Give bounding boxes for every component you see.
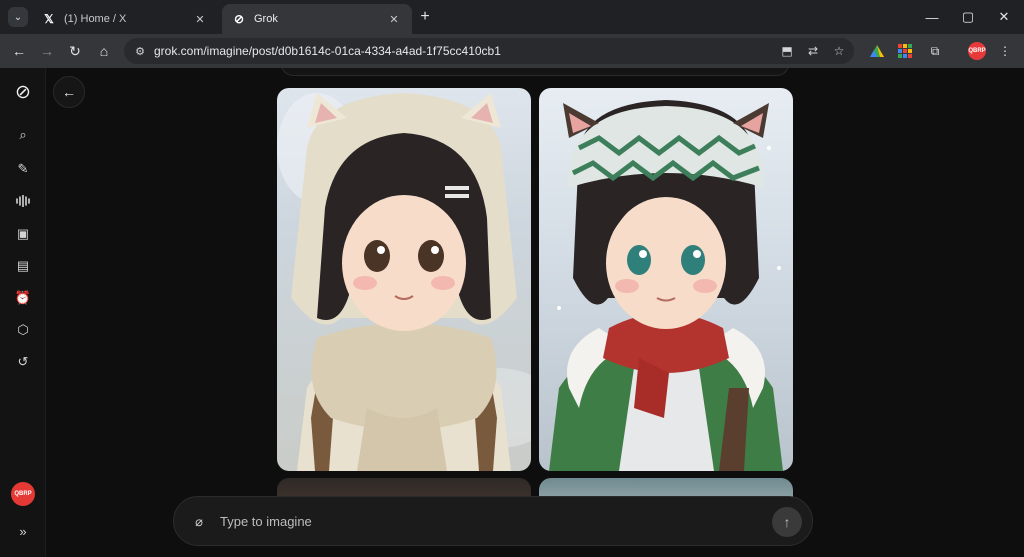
tab-x-home[interactable]: 𝕏 (1) Home / X ✕ <box>32 4 218 34</box>
close-tab-icon[interactable]: ✕ <box>192 11 208 27</box>
bookmark-star-icon[interactable]: ☆ <box>828 40 850 62</box>
chevrons-right-icon[interactable]: » <box>11 519 35 543</box>
close-tab-icon[interactable]: ✕ <box>386 11 402 27</box>
user-avatar[interactable]: QBRP <box>11 482 35 506</box>
image-icon[interactable]: ▣ <box>11 222 35 246</box>
back-arrow-icon[interactable]: ← <box>53 76 85 108</box>
new-tab-icon[interactable]: + <box>416 8 434 26</box>
minimize-icon[interactable]: — <box>914 4 950 30</box>
x-logo-icon: 𝕏 <box>44 12 54 26</box>
search-icon[interactable]: ⌕ <box>11 123 35 147</box>
imagine-prompt-input[interactable] <box>220 506 740 536</box>
tab-title: (1) Home / X <box>64 13 127 25</box>
back-arrow-icon[interactable]: ← <box>8 40 30 62</box>
send-arrow-up-icon[interactable]: ↑ <box>772 507 802 537</box>
generated-image-1[interactable] <box>277 88 531 471</box>
tab-title: Grok <box>254 13 278 25</box>
kebab-menu-icon[interactable]: ⋮ <box>996 42 1014 60</box>
browser-tab-strip: ⌄ 𝕏 (1) Home / X ✕ ⊘ Grok ✕ + — ▢ ✕ <box>0 0 1024 34</box>
site-info-icon[interactable]: ⚙ <box>132 43 148 59</box>
home-icon[interactable]: ⌂ <box>93 40 115 62</box>
note-icon[interactable]: ▤ <box>11 254 35 278</box>
imagine-composer: ⌀ ↑ <box>173 496 813 546</box>
browser-toolbar: ← → ↻ ⌂ ⚙ grok.com/imagine/post/d0b1614c… <box>0 34 1024 68</box>
translate-icon[interactable]: ⇄ <box>802 40 824 62</box>
grok-imagine-page: ⊘ ⌕ ✎ ▣ ▤ ⏰ ⬡ ↺ QBRP » ← ⌀ Type to imagi… <box>0 68 1024 557</box>
waveform-icon[interactable] <box>11 189 35 213</box>
close-window-icon[interactable]: ✕ <box>986 4 1022 30</box>
address-bar[interactable]: ⚙ grok.com/imagine/post/d0b1614c-01ca-43… <box>124 38 854 64</box>
apps-grid-icon[interactable] <box>896 42 914 60</box>
tab-grok[interactable]: ⊘ Grok ✕ <box>222 4 412 34</box>
previous-item-edge <box>281 68 789 76</box>
alarm-icon[interactable]: ⏰ <box>11 286 35 310</box>
generated-image-2[interactable] <box>539 88 793 471</box>
install-app-icon[interactable]: ⬒ <box>776 40 798 62</box>
extensions-puzzle-icon[interactable]: ⧉ <box>926 42 944 60</box>
tab-search-chevron-icon[interactable]: ⌄ <box>8 7 28 27</box>
reload-icon[interactable]: ↻ <box>64 40 86 62</box>
profile-avatar[interactable]: QBRP <box>968 42 986 60</box>
grok-logo-icon: ⊘ <box>233 12 245 26</box>
history-icon[interactable]: ↺ <box>11 350 35 374</box>
sidebar: ⊘ ⌕ ✎ ▣ ▤ ⏰ ⬡ ↺ QBRP » <box>0 68 46 557</box>
edit-icon[interactable]: ✎ <box>11 157 35 181</box>
cube-icon[interactable]: ⬡ <box>11 318 35 342</box>
url-text[interactable]: grok.com/imagine/post/d0b1614c-01ca-4334… <box>154 44 776 58</box>
drive-extension-icon[interactable] <box>868 42 886 60</box>
forward-arrow-icon[interactable]: → <box>36 40 58 62</box>
paperclip-icon[interactable]: ⌀ <box>186 509 212 535</box>
grok-logo-icon[interactable]: ⊘ <box>11 80 35 104</box>
maximize-icon[interactable]: ▢ <box>950 4 986 30</box>
